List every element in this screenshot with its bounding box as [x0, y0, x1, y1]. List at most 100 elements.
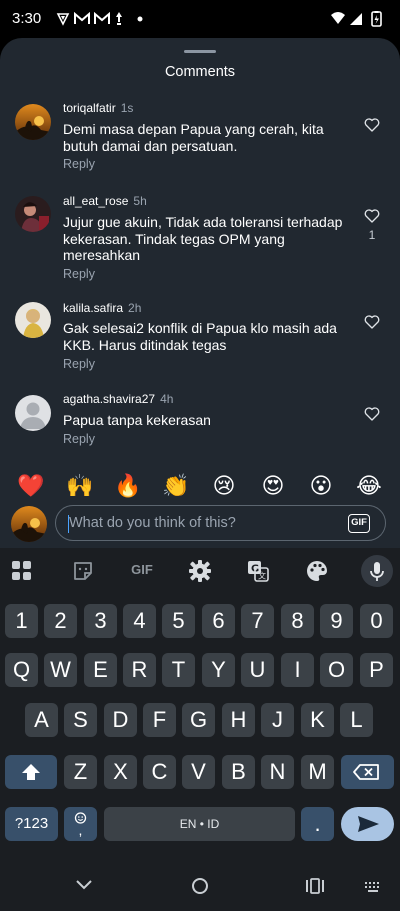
period-key[interactable]: .	[301, 807, 334, 841]
key-k[interactable]: K	[301, 703, 334, 737]
shift-key[interactable]	[5, 755, 57, 789]
comment-input-box: GIF	[55, 505, 386, 541]
key-7[interactable]: 7	[241, 604, 274, 638]
emoji-clapping-hands[interactable]: 👏	[161, 472, 191, 502]
key-b[interactable]: B	[222, 755, 255, 789]
key-5[interactable]: 5	[162, 604, 195, 638]
comment-time: 5h	[133, 194, 147, 208]
translate-icon[interactable]: G 文	[245, 558, 271, 584]
key-3[interactable]: 3	[84, 604, 117, 638]
like-heart-icon[interactable]	[363, 313, 381, 331]
comment-username-line: agatha.shavira27 4h	[63, 392, 173, 406]
comment-composer: GIF	[0, 505, 400, 543]
voice-input-button[interactable]	[361, 555, 393, 587]
key-e[interactable]: E	[84, 653, 117, 687]
key-f[interactable]: F	[143, 703, 176, 737]
backspace-icon	[353, 764, 379, 780]
space-bar[interactable]: EN • ID	[104, 807, 295, 841]
apps-grid-icon[interactable]	[9, 558, 35, 584]
key-y[interactable]: Y	[202, 653, 235, 687]
send-key[interactable]	[341, 807, 394, 841]
key-v[interactable]: V	[182, 755, 215, 789]
symbols-key[interactable]: ?123	[5, 807, 58, 841]
system-navigation-bar	[0, 863, 400, 911]
palette-icon[interactable]	[304, 558, 330, 584]
key-t[interactable]: T	[162, 653, 195, 687]
emoji-red-heart[interactable]: ❤️	[16, 472, 46, 502]
recents-icon[interactable]	[305, 878, 325, 894]
emoji-laughing-face[interactable]: 😂	[354, 472, 384, 502]
comment-time: 1s	[120, 101, 134, 115]
key-n[interactable]: N	[261, 755, 294, 789]
emoji-surprised-face[interactable]: 😮	[306, 472, 336, 502]
key-s[interactable]: S	[64, 703, 97, 737]
key-4[interactable]: 4	[123, 604, 156, 638]
backspace-key[interactable]	[341, 755, 394, 789]
sticker-icon[interactable]	[70, 558, 96, 584]
reply-button[interactable]: Reply	[63, 432, 95, 446]
reply-button[interactable]: Reply	[63, 157, 95, 171]
avatar[interactable]	[15, 395, 51, 431]
key-u[interactable]: U	[241, 653, 274, 687]
signal-icon	[350, 13, 362, 25]
key-d[interactable]: D	[104, 703, 137, 737]
like-heart-icon[interactable]	[363, 116, 381, 134]
gmail-icon	[74, 12, 90, 24]
avatar[interactable]	[15, 196, 51, 232]
microphone-icon	[370, 562, 384, 581]
emoji-raising-hands[interactable]: 🙌	[65, 472, 95, 502]
key-c[interactable]: C	[143, 755, 176, 789]
key-p[interactable]: P	[360, 653, 393, 687]
key-z[interactable]: Z	[64, 755, 97, 789]
avatar[interactable]	[15, 302, 51, 338]
key-9[interactable]: 9	[320, 604, 353, 638]
key-2[interactable]: 2	[44, 604, 77, 638]
comment-input[interactable]	[69, 510, 339, 536]
dot-icon	[137, 16, 143, 22]
settings-gear-icon[interactable]	[187, 558, 213, 584]
comment-username[interactable]: all_eat_rose	[63, 194, 128, 208]
home-circle-icon[interactable]	[190, 876, 210, 896]
key-j[interactable]: J	[261, 703, 294, 737]
key-l[interactable]: L	[340, 703, 373, 737]
key-x[interactable]: X	[104, 755, 137, 789]
key-0[interactable]: 0	[360, 604, 393, 638]
gif-icon[interactable]: GIF	[127, 562, 157, 588]
system-status-icons	[331, 11, 382, 27]
comment-time: 2h	[128, 301, 142, 315]
emoji-crying-face[interactable]: 😢	[209, 472, 239, 502]
key-a[interactable]: A	[25, 703, 58, 737]
emoji-smile-icon: ,	[74, 812, 87, 838]
soft-keyboard: GIF G 文 1 2 3 4 5 6 7 8 9 0 Q W E R T Y …	[0, 548, 400, 863]
keyboard-switch-icon[interactable]	[364, 881, 382, 893]
key-w[interactable]: W	[44, 653, 77, 687]
avatar[interactable]	[15, 104, 51, 140]
comment-username-line: kalila.safira 2h	[63, 301, 141, 315]
key-6[interactable]: 6	[202, 604, 235, 638]
comment-time: 4h	[160, 392, 174, 406]
key-q[interactable]: Q	[5, 653, 38, 687]
like-heart-icon[interactable]	[363, 405, 381, 423]
reply-button[interactable]: Reply	[63, 357, 95, 371]
comment-username[interactable]: kalila.safira	[63, 301, 123, 315]
key-g[interactable]: G	[182, 703, 215, 737]
emoji-comma-key[interactable]: ,	[64, 807, 97, 841]
emoji-fire[interactable]: 🔥	[113, 472, 143, 502]
key-h[interactable]: H	[222, 703, 255, 737]
reply-button[interactable]: Reply	[63, 267, 95, 281]
key-i[interactable]: I	[281, 653, 314, 687]
comment-username[interactable]: agatha.shavira27	[63, 392, 155, 406]
key-m[interactable]: M	[301, 755, 334, 789]
gif-button[interactable]: GIF	[348, 514, 370, 533]
key-8[interactable]: 8	[281, 604, 314, 638]
key-o[interactable]: O	[320, 653, 353, 687]
comment-username[interactable]: toriqalfatir	[63, 101, 116, 115]
back-chevron-icon[interactable]	[74, 877, 94, 893]
drag-handle[interactable]	[184, 50, 216, 53]
key-r[interactable]: R	[123, 653, 156, 687]
key-1[interactable]: 1	[5, 604, 38, 638]
like-heart-icon[interactable]	[363, 207, 381, 225]
emoji-heart-eyes[interactable]: 😍	[258, 472, 288, 502]
current-user-avatar	[11, 506, 47, 542]
comment-text: Gak selesai2 konflik di Papua klo masih …	[63, 320, 337, 353]
